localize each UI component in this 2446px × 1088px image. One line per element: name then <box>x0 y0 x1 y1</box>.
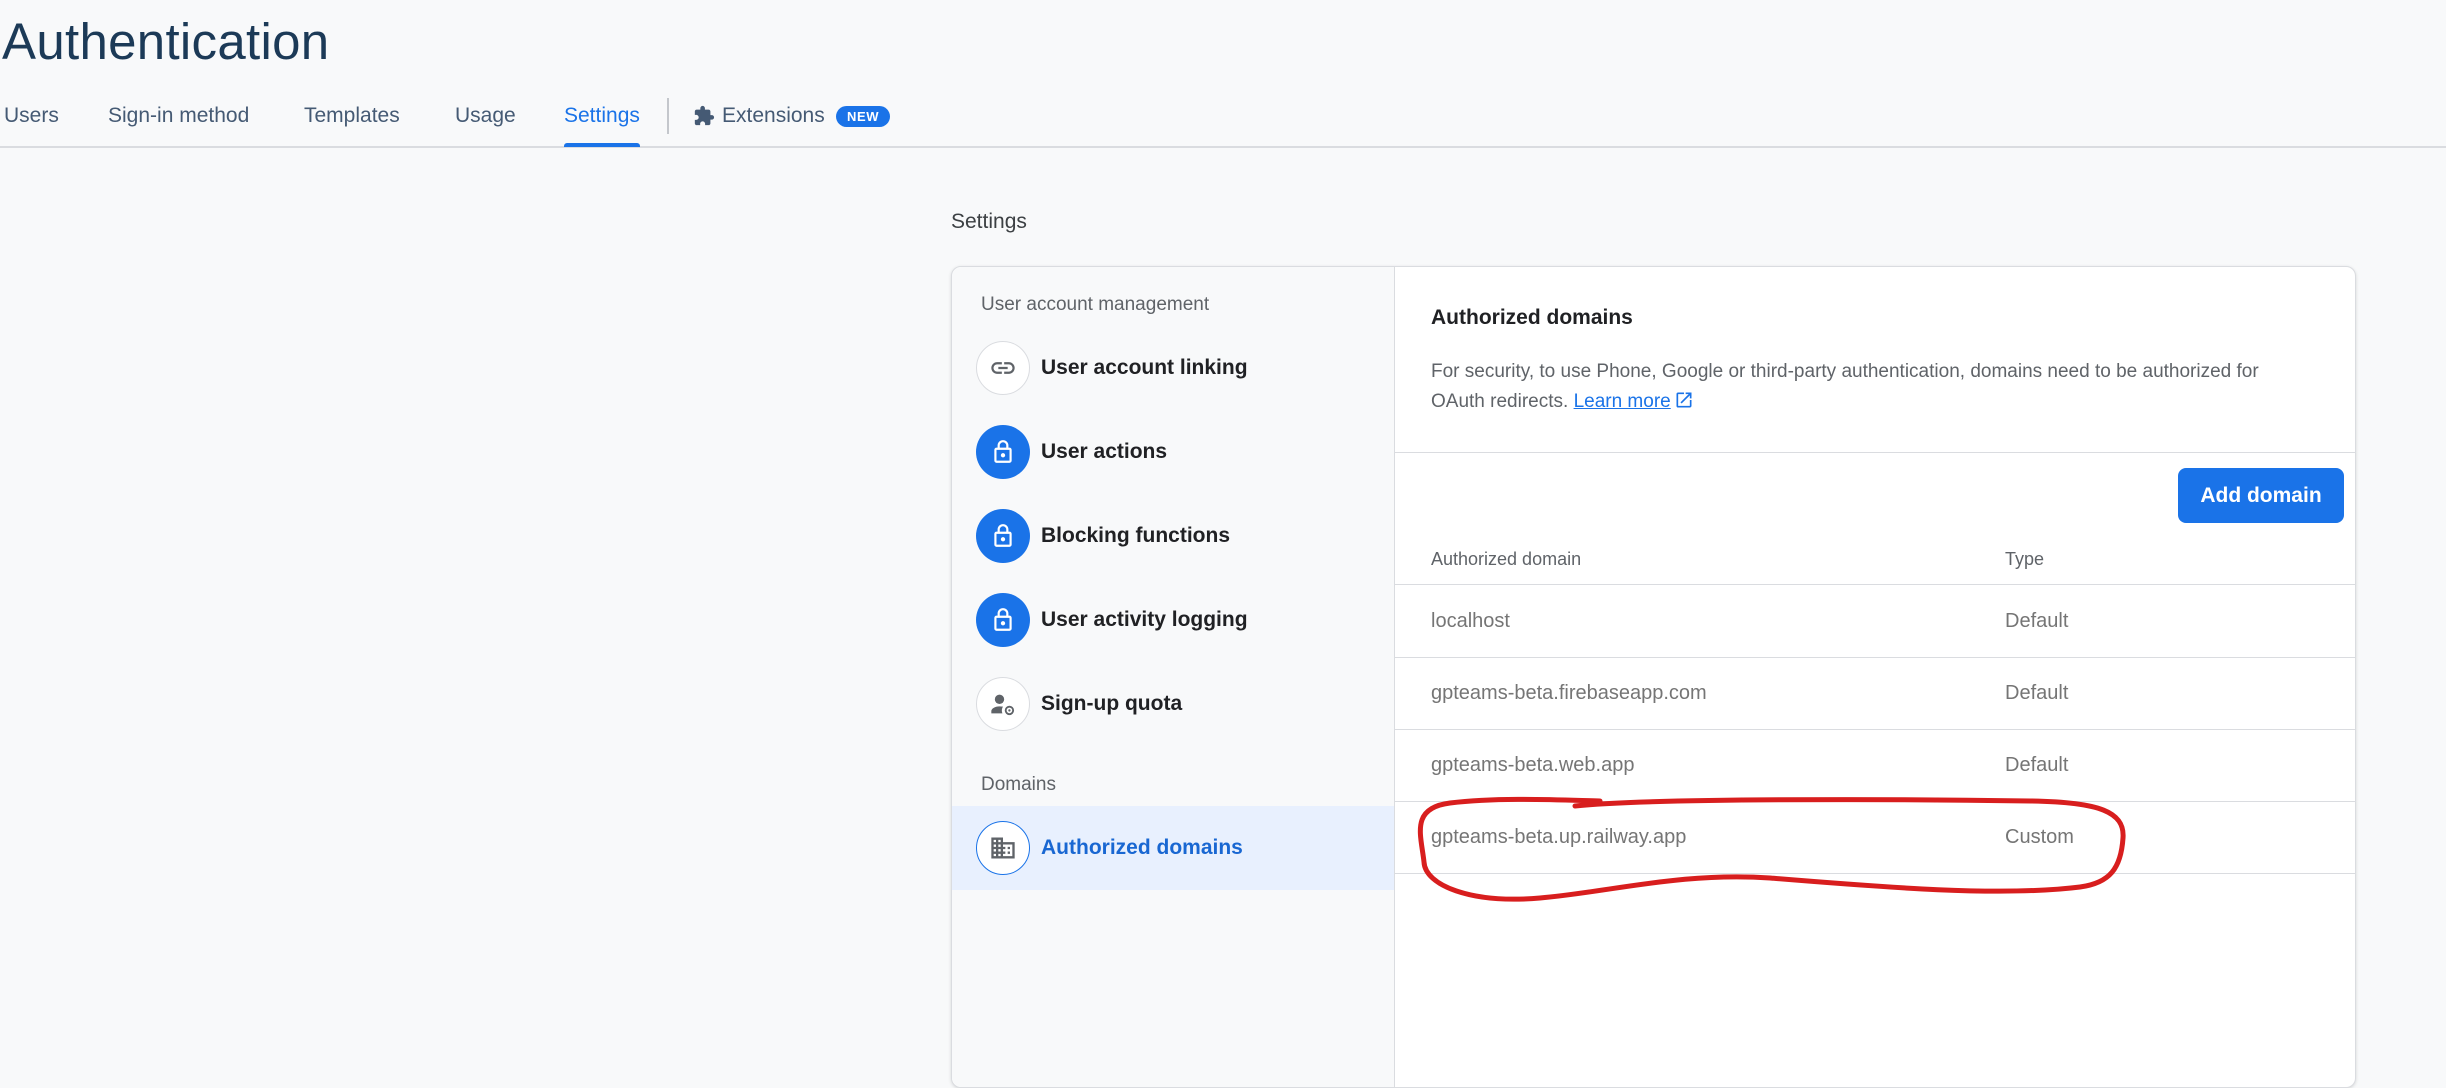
panel-description: For security, to use Phone, Google or th… <box>1431 357 2291 417</box>
nav-item-blocking-functions[interactable]: Blocking functions <box>952 494 1394 578</box>
tab-extensions[interactable]: Extensions NEW <box>693 98 893 146</box>
tab-usage[interactable]: Usage <box>455 98 516 146</box>
nav-item-user-actions[interactable]: User actions <box>952 410 1394 494</box>
extensions-label: Extensions <box>722 104 825 127</box>
nav-item-authorized-domains[interactable]: Authorized domains <box>952 806 1394 890</box>
nav-group-domains: Domains <box>981 774 1056 795</box>
nav-item-user-activity-logging[interactable]: User activity logging <box>952 578 1394 662</box>
settings-nav: User account management User account lin… <box>952 267 1395 1087</box>
domain-cell: gpteams-beta.up.railway.app <box>1431 826 1687 848</box>
lock-icon <box>976 593 1030 647</box>
panel-title: Authorized domains <box>1431 306 1633 329</box>
tab-divider <box>667 98 669 134</box>
tab-bar: Users Sign-in method Templates Usage Set… <box>0 98 2446 148</box>
nav-item-label: Blocking functions <box>1041 524 1230 547</box>
new-badge: NEW <box>836 106 891 127</box>
nav-group-user-account-management: User account management <box>981 294 1210 315</box>
settings-section-title: Settings <box>951 210 1027 233</box>
nav-item-sign-up-quota[interactable]: Sign-up quota <box>952 662 1394 746</box>
column-header-domain: Authorized domain <box>1431 549 1582 569</box>
table-row[interactable]: gpteams-beta.firebaseapp.com Default <box>1395 657 2355 730</box>
building-icon <box>976 821 1030 875</box>
tab-users[interactable]: Users <box>4 98 59 146</box>
type-cell: Default <box>2005 610 2069 632</box>
type-cell: Custom <box>2005 826 2074 848</box>
type-cell: Default <box>2005 754 2069 776</box>
domain-cell: gpteams-beta.firebaseapp.com <box>1431 682 1707 704</box>
settings-card: User account management User account lin… <box>951 266 2356 1088</box>
nav-item-label: Sign-up quota <box>1041 692 1183 715</box>
panel-divider <box>1395 452 2355 453</box>
nav-item-label: User actions <box>1041 440 1168 463</box>
nav-item-label: Authorized domains <box>1041 836 1243 859</box>
tab-sign-in-method[interactable]: Sign-in method <box>108 98 249 146</box>
nav-item-user-account-linking[interactable]: User account linking <box>952 326 1394 410</box>
page-title: Authentication <box>2 13 330 70</box>
table-row[interactable]: gpteams-beta.up.railway.app Custom <box>1395 801 2355 874</box>
table-row[interactable]: gpteams-beta.web.app Default <box>1395 729 2355 802</box>
tab-templates[interactable]: Templates <box>304 98 400 146</box>
link-icon <box>976 341 1030 395</box>
table-row[interactable]: localhost Default <box>1395 585 2355 658</box>
authorized-domains-panel: Authorized domains For security, to use … <box>1395 267 2355 1087</box>
nav-item-label: User account linking <box>1041 356 1248 379</box>
type-cell: Default <box>2005 682 2069 704</box>
lock-icon <box>976 425 1030 479</box>
nav-item-label: User activity logging <box>1041 608 1248 631</box>
description-text: For security, to use Phone, Google or th… <box>1431 361 2259 412</box>
extension-puzzle-icon <box>694 105 715 126</box>
learn-more-label: Learn more <box>1573 391 1671 412</box>
open-in-new-icon <box>1676 392 1692 408</box>
add-domain-button[interactable]: Add domain <box>2178 468 2344 523</box>
domain-cell: gpteams-beta.web.app <box>1431 754 1635 776</box>
person-settings-icon <box>976 677 1030 731</box>
tab-settings[interactable]: Settings <box>564 98 640 147</box>
domain-cell: localhost <box>1431 610 1510 632</box>
learn-more-link[interactable]: Learn more <box>1574 391 1694 412</box>
column-header-type: Type <box>2005 549 2045 569</box>
lock-icon <box>976 509 1030 563</box>
